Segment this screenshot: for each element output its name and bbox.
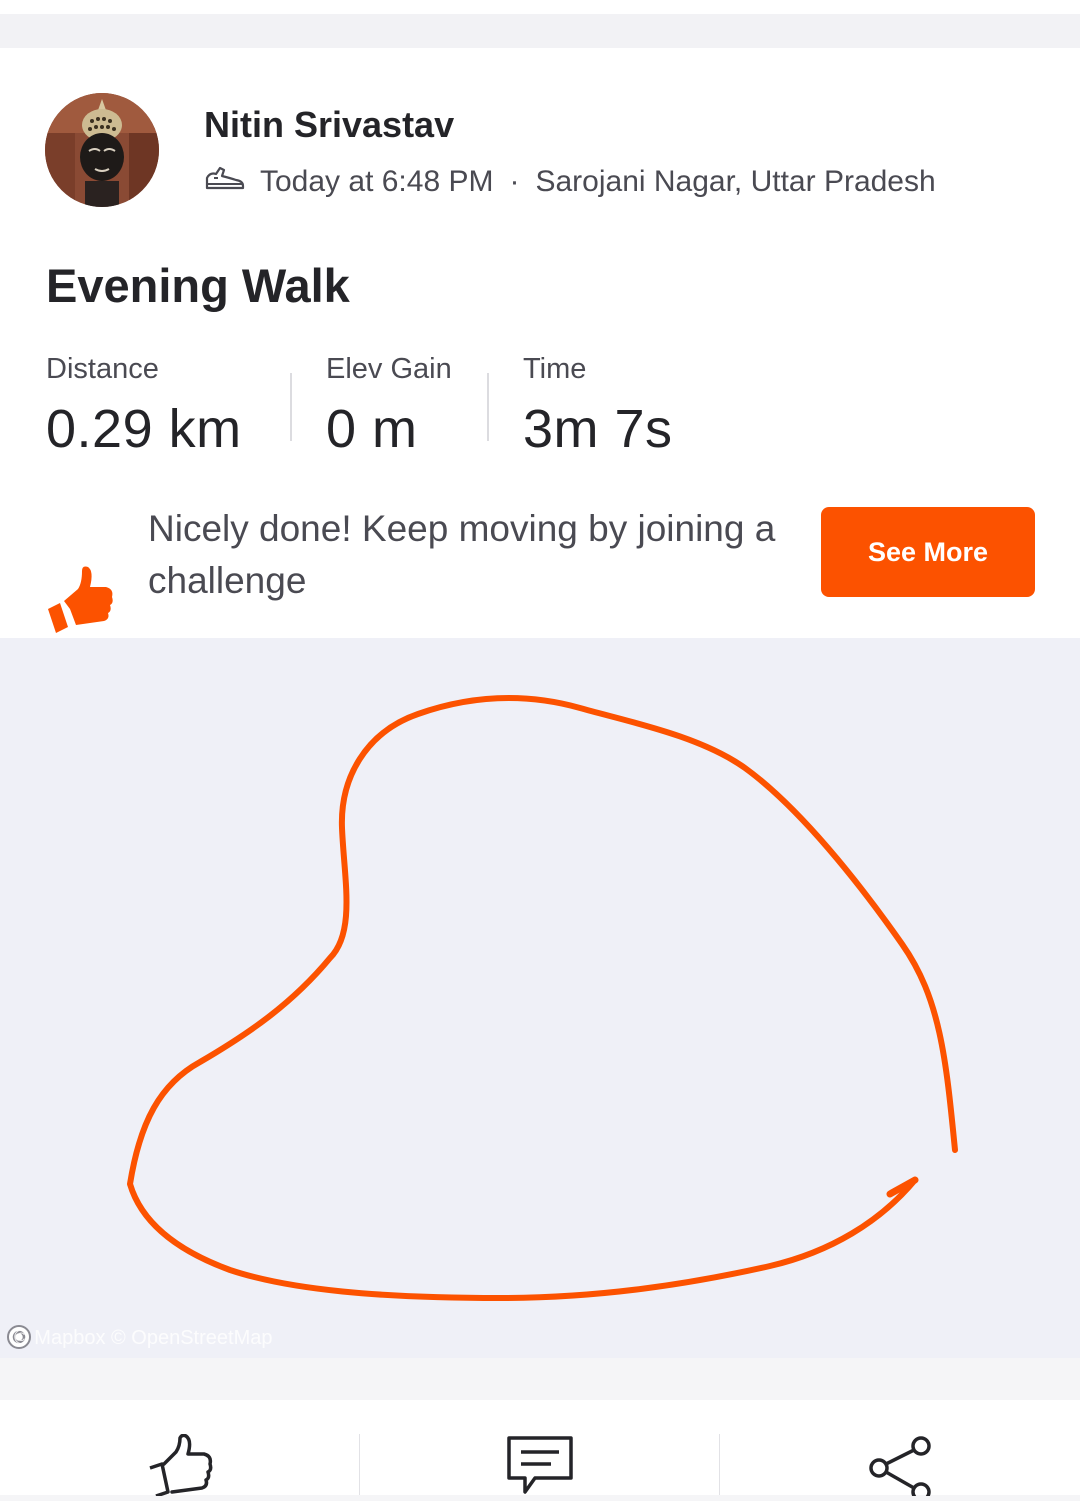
see-more-button[interactable]: See More: [821, 507, 1035, 597]
stat-time: Time 3m 7s: [489, 353, 709, 463]
athlete-name[interactable]: Nitin Srivastav: [204, 104, 454, 146]
stat-elev-gain: Elev Gain 0 m: [292, 353, 487, 463]
activity-card[interactable]: Nitin Srivastav Today at 6:48 PM · Saroj…: [0, 48, 1080, 638]
activity-title[interactable]: Evening Walk: [46, 258, 350, 313]
top-strip: [0, 0, 1080, 14]
stat-label: Elev Gain: [326, 353, 452, 385]
promo-text: Nicely done! Keep moving by joining a ch…: [148, 508, 776, 601]
action-bar: [0, 1400, 1080, 1501]
thumbs-up-icon: [146, 1400, 214, 1498]
attribution-text[interactable]: © Mapbox © OpenStreetMap: [14, 1327, 273, 1350]
stat-value: 0.29 km: [46, 399, 242, 459]
share-icon: [865, 1400, 935, 1501]
stat-label: Distance: [46, 353, 159, 385]
comment-icon: [505, 1400, 575, 1495]
kudos-button[interactable]: [0, 1400, 360, 1498]
section-gap: [0, 1358, 1080, 1400]
route-polyline: [127, 695, 958, 1301]
activity-time: Today at 6:48 PM: [260, 165, 494, 198]
route-map[interactable]: © Mapbox © OpenStreetMap: [0, 638, 1080, 1358]
feed-divider: [0, 14, 1080, 48]
comment-button[interactable]: [360, 1400, 720, 1495]
stat-label: Time: [523, 353, 587, 385]
share-button[interactable]: [720, 1400, 1080, 1501]
meta-separator: ·: [509, 165, 520, 198]
thumbs-up-icon: [44, 563, 116, 635]
map-attribution[interactable]: © Mapbox © OpenStreetMap: [6, 1324, 273, 1352]
activity-meta: Today at 6:48 PM · Sarojani Nagar, Uttar…: [204, 162, 936, 202]
avatar[interactable]: [45, 93, 159, 207]
walking-shoe-icon: [204, 164, 246, 200]
stat-value: 0 m: [326, 399, 418, 459]
stat-distance: Distance 0.29 km: [46, 353, 290, 463]
stats-row: Distance 0.29 km Elev Gain 0 m Time 3m 7…: [46, 353, 709, 463]
stat-value: 3m 7s: [523, 399, 673, 459]
activity-location: Sarojani Nagar, Uttar Pradesh: [535, 165, 936, 198]
